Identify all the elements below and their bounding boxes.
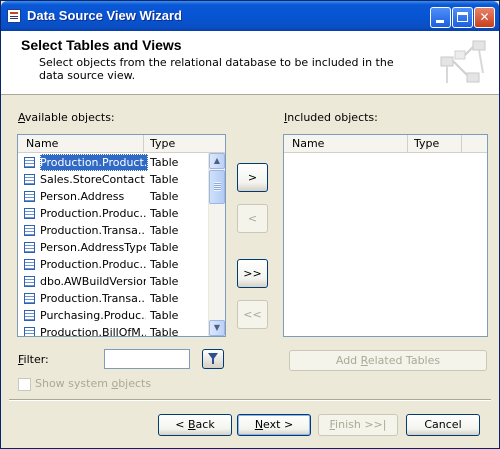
column-header-name[interactable]: Name: [286, 135, 408, 152]
remove-selected-button[interactable]: <: [237, 204, 268, 233]
column-header-type[interactable]: Type: [144, 135, 204, 152]
table-row[interactable]: Production.Product... Table: [20, 154, 208, 171]
table-row[interactable]: dbo.AWBuildVersion Table: [20, 273, 208, 290]
row-name: Sales.StoreContact: [40, 173, 145, 186]
close-button[interactable]: ✕: [474, 7, 495, 28]
table-row[interactable]: Production.Produc... Table: [20, 256, 208, 273]
wizard-header: Select Tables and Views Select objects f…: [1, 31, 499, 95]
table-row[interactable]: Purchasing.Produc... Table: [20, 307, 208, 324]
table-icon: [24, 191, 35, 202]
show-system-objects-checkbox[interactable]: [18, 378, 31, 391]
table-row[interactable]: Sales.StoreContact Table: [20, 171, 208, 188]
row-name: Person.AddressType: [40, 241, 146, 254]
row-type: Table: [150, 309, 179, 322]
column-header-name[interactable]: Name: [20, 135, 144, 152]
included-objects-label: Included objects:: [284, 111, 378, 124]
row-name: Production.Transa...: [40, 224, 146, 237]
table-row[interactable]: Production.BillOfM... Table: [20, 324, 208, 337]
table-row[interactable]: Production.Produc... Table: [20, 205, 208, 222]
row-type: Table: [150, 275, 179, 288]
row-type: Table: [150, 258, 179, 271]
scroll-grip-icon: [214, 182, 221, 191]
table-icon: [24, 293, 35, 304]
footer-separator: [9, 399, 491, 401]
row-name: dbo.AWBuildVersion: [40, 275, 146, 288]
maximize-icon: [457, 12, 468, 22]
column-header-type[interactable]: Type: [408, 135, 462, 152]
row-name: Production.Transa...: [40, 292, 146, 305]
table-icon: [24, 276, 35, 287]
filter-icon-stem: [212, 359, 214, 364]
row-type: Table: [150, 156, 179, 169]
add-selected-button[interactable]: >: [237, 163, 268, 192]
table-icon: [24, 242, 35, 253]
row-type: Table: [150, 173, 179, 186]
table-row[interactable]: Production.Transa... Table: [20, 222, 208, 239]
row-type: Table: [150, 241, 179, 254]
row-name: Production.Produc...: [40, 258, 146, 271]
back-button[interactable]: < Back: [158, 414, 232, 436]
filter-button[interactable]: [202, 349, 224, 369]
row-type: Table: [150, 207, 179, 220]
filter-label: Filter:: [18, 353, 49, 366]
cancel-button[interactable]: Cancel: [406, 414, 480, 436]
remove-all-button[interactable]: <<: [237, 300, 268, 329]
scroll-thumb[interactable]: [209, 170, 225, 204]
table-icon: [24, 225, 35, 236]
table-icon: [24, 174, 35, 185]
table-icon: [24, 327, 35, 336]
table-row[interactable]: Production.Transa... Table: [20, 290, 208, 307]
table-row[interactable]: Person.AddressType Table: [20, 239, 208, 256]
next-button[interactable]: Next >: [237, 414, 311, 436]
row-name: Purchasing.Produc...: [40, 309, 146, 322]
available-list-header: Name Type: [18, 135, 225, 153]
table-row[interactable]: Person.Address Table: [20, 188, 208, 205]
row-name: Production.Product...: [40, 154, 148, 171]
filter-input[interactable]: [104, 349, 190, 369]
table-icon: [24, 310, 35, 321]
page-subtitle: Select objects from the relational datab…: [39, 56, 394, 82]
row-type: Table: [150, 292, 179, 305]
row-type: Table: [150, 224, 179, 237]
wizard-banner-icon: [440, 40, 486, 83]
row-type: Table: [150, 190, 179, 203]
scroll-up-button[interactable]: ▲: [209, 153, 225, 169]
wizard-window: Data Source View Wizard ✕ Select Tables …: [0, 0, 500, 449]
scroll-down-button[interactable]: ▼: [209, 320, 225, 336]
row-name: Production.Produc...: [40, 207, 146, 220]
table-icon: [24, 208, 35, 219]
add-all-button[interactable]: >>: [237, 259, 268, 288]
table-icon: [24, 157, 35, 168]
window-title: Data Source View Wizard: [27, 8, 182, 23]
app-icon: [7, 9, 21, 23]
finish-button[interactable]: Finish >>|: [318, 414, 398, 436]
table-icon: [24, 259, 35, 270]
included-list-header: Name Type: [284, 135, 487, 153]
add-related-tables-button[interactable]: Add Related Tables: [289, 350, 487, 371]
minimize-button[interactable]: [430, 7, 451, 28]
row-type: Table: [150, 326, 179, 337]
available-objects-list[interactable]: Name Type Production.Product... Table Sale…: [17, 134, 226, 337]
page-title: Select Tables and Views: [21, 37, 182, 53]
available-scrollbar[interactable]: ▲ ▼: [208, 153, 225, 336]
available-objects-label: Available objects:: [18, 111, 115, 124]
show-system-objects-label: Show system objects: [35, 377, 152, 390]
minimize-icon: [436, 20, 444, 23]
row-name: Production.BillOfM...: [40, 326, 146, 337]
row-name: Person.Address: [40, 190, 125, 203]
maximize-button[interactable]: [452, 7, 473, 28]
available-rows: Production.Product... Table Sales.StoreCon…: [20, 154, 208, 337]
included-objects-list[interactable]: Name Type: [283, 134, 488, 337]
title-bar[interactable]: Data Source View Wizard ✕: [1, 1, 499, 31]
